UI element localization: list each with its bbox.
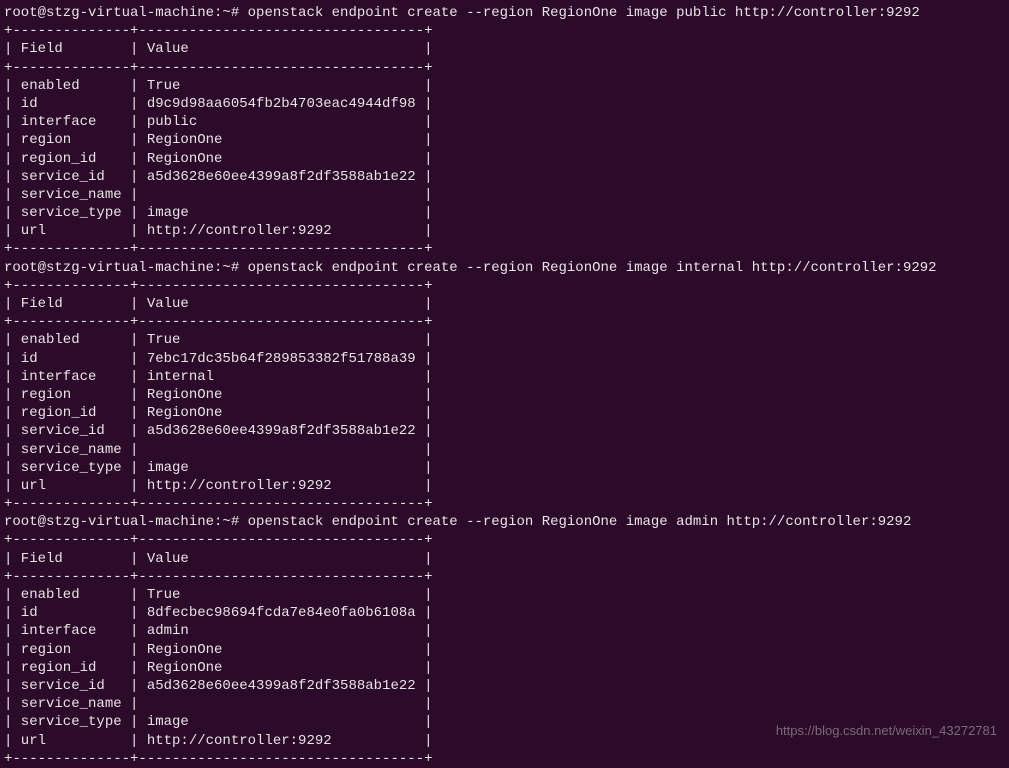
table-row: | id | 7ebc17dc35b64f289853382f51788a39 … bbox=[4, 351, 432, 367]
table-row: | url | http://controller:9292 | bbox=[4, 223, 432, 239]
table-border: +--------------+------------------------… bbox=[4, 532, 432, 548]
table-row: | interface | public | bbox=[4, 114, 432, 130]
table-border: +--------------+------------------------… bbox=[4, 241, 432, 257]
table-row: | service_type | image | bbox=[4, 714, 432, 730]
command-text: openstack endpoint create --region Regio… bbox=[248, 514, 912, 530]
table-row: | interface | admin | bbox=[4, 623, 432, 639]
shell-prompt: root@stzg-virtual-machine:~# bbox=[4, 514, 248, 530]
table-row: | id | d9c9d98aa6054fb2b4703eac4944df98 … bbox=[4, 96, 432, 112]
table-border: +--------------+------------------------… bbox=[4, 278, 432, 294]
watermark-text: https://blog.csdn.net/weixin_43272781 bbox=[776, 723, 997, 740]
table-header-row: | Field | Value | bbox=[4, 296, 432, 312]
shell-prompt: root@stzg-virtual-machine:~# bbox=[4, 5, 248, 21]
terminal-output[interactable]: root@stzg-virtual-machine:~# openstack e… bbox=[4, 4, 1005, 768]
table-row: | region_id | RegionOne | bbox=[4, 660, 432, 676]
table-row: | region | RegionOne | bbox=[4, 642, 432, 658]
table-header-row: | Field | Value | bbox=[4, 41, 432, 57]
table-border: +--------------+------------------------… bbox=[4, 751, 432, 767]
table-row: | url | http://controller:9292 | bbox=[4, 478, 432, 494]
table-border: +--------------+------------------------… bbox=[4, 569, 432, 585]
table-row: | enabled | True | bbox=[4, 587, 432, 603]
table-row: | service_type | image | bbox=[4, 460, 432, 476]
table-row: | service_name | | bbox=[4, 442, 432, 458]
table-row: | id | 8dfecbec98694fcda7e84e0fa0b6108a … bbox=[4, 605, 432, 621]
table-row: | service_id | a5d3628e60ee4399a8f2df358… bbox=[4, 169, 432, 185]
table-row: | enabled | True | bbox=[4, 78, 432, 94]
table-border: +--------------+------------------------… bbox=[4, 23, 432, 39]
table-row: | region | RegionOne | bbox=[4, 132, 432, 148]
table-row: | enabled | True | bbox=[4, 332, 432, 348]
table-row: | url | http://controller:9292 | bbox=[4, 733, 432, 749]
table-row: | region_id | RegionOne | bbox=[4, 405, 432, 421]
command-text: openstack endpoint create --region Regio… bbox=[248, 260, 937, 276]
table-row: | service_type | image | bbox=[4, 205, 432, 221]
table-header-row: | Field | Value | bbox=[4, 551, 432, 567]
table-row: | region | RegionOne | bbox=[4, 387, 432, 403]
table-row: | region_id | RegionOne | bbox=[4, 151, 432, 167]
table-row: | service_name | | bbox=[4, 696, 432, 712]
table-border: +--------------+------------------------… bbox=[4, 496, 432, 512]
table-row: | interface | internal | bbox=[4, 369, 432, 385]
command-text: openstack endpoint create --region Regio… bbox=[248, 5, 920, 21]
table-row: | service_id | a5d3628e60ee4399a8f2df358… bbox=[4, 678, 432, 694]
table-border: +--------------+------------------------… bbox=[4, 60, 432, 76]
table-border: +--------------+------------------------… bbox=[4, 314, 432, 330]
table-row: | service_name | | bbox=[4, 187, 432, 203]
shell-prompt: root@stzg-virtual-machine:~# bbox=[4, 260, 248, 276]
table-row: | service_id | a5d3628e60ee4399a8f2df358… bbox=[4, 423, 432, 439]
